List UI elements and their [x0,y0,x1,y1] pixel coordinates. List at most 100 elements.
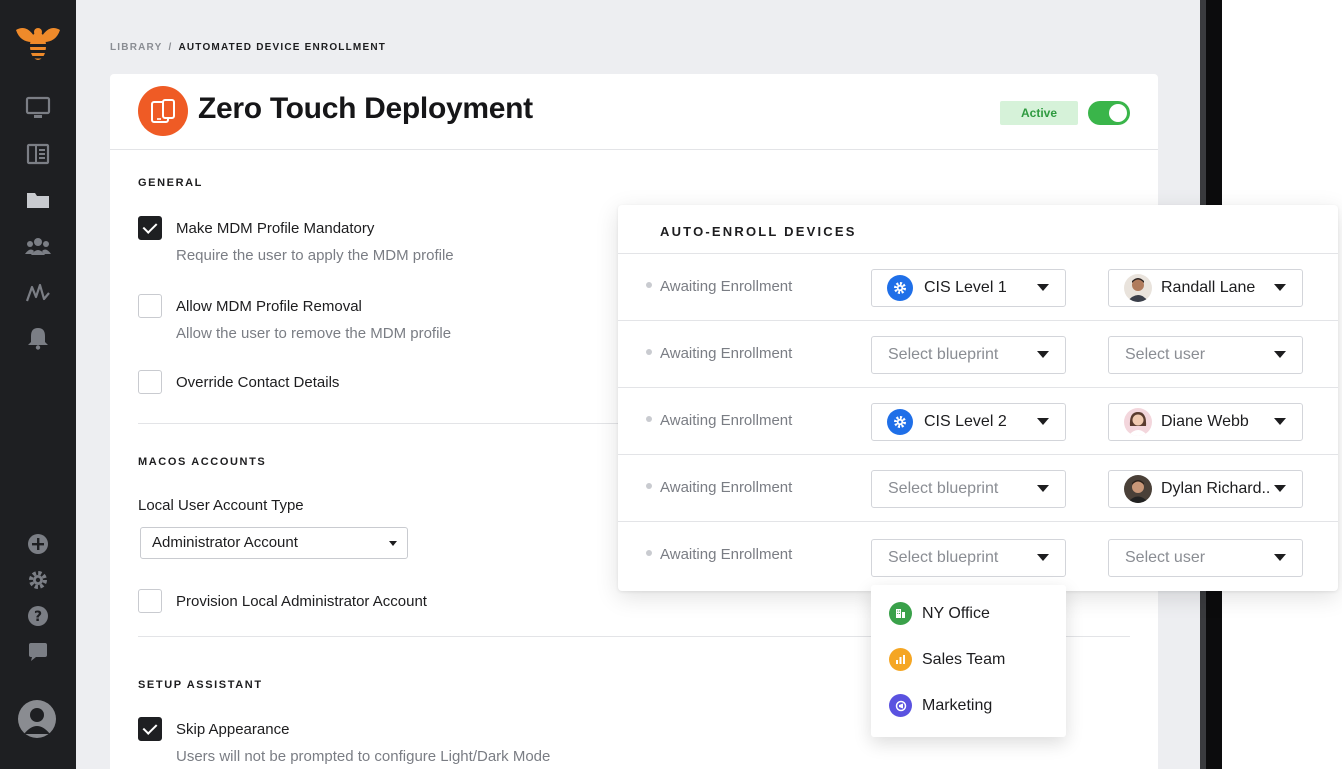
enrollment-status: Awaiting Enrollment [646,412,792,429]
breadcrumb-current: AUTOMATED DEVICE ENROLLMENT [178,42,387,53]
breadcrumb-separator: / [168,42,173,53]
chart-icon [889,648,912,671]
menu-item-label: Sales Team [922,651,1006,668]
chevron-down-icon [1037,554,1049,561]
table-row: Awaiting Enrollment Select blueprint Sel… [618,320,1338,387]
status-dot [646,483,652,490]
status-dot [646,282,652,289]
checkbox-mdm-removal[interactable] [138,294,162,318]
user-placeholder: Select user [1125,346,1206,363]
blueprint-placeholder: Select blueprint [888,480,999,497]
gear-icon [887,275,913,301]
checkbox-override-contact[interactable] [138,370,162,394]
chevron-down-icon [1274,485,1286,492]
svg-text:?: ? [34,609,42,625]
blueprint-select[interactable]: CIS Level 2 [871,403,1066,441]
bee-logo-icon[interactable] [12,22,64,66]
blueprint-placeholder: Select blueprint [888,549,999,566]
library-icon[interactable] [22,138,54,170]
blueprint-value: CIS Level 2 [924,413,1007,430]
section-title-setup-assistant: SETUP ASSISTANT [138,679,263,691]
building-icon [889,602,912,625]
chevron-down-icon [1037,418,1049,425]
chevron-down-icon [1037,351,1049,358]
option-label: Provision Local Administrator Account [176,593,427,610]
status-text: Awaiting Enrollment [660,278,793,295]
table-row: Awaiting Enrollment CIS Level 2 Diane We… [618,387,1338,454]
folder-icon[interactable] [22,184,54,216]
auto-enroll-panel: AUTO-ENROLL DEVICES Awaiting Enrollment … [618,205,1338,591]
card-header: Zero Touch Deployment Active [110,74,1158,150]
menu-item-label: NY Office [922,605,990,622]
help-icon[interactable]: ? [22,600,54,632]
blueprint-select[interactable]: CIS Level 1 [871,269,1066,307]
breadcrumb: LIBRARY / AUTOMATED DEVICE ENROLLMENT [110,42,386,53]
account-type-select[interactable]: Administrator Account [140,527,408,559]
user-value: Randall Lane [1161,279,1256,296]
status-dot [646,550,652,557]
status-dot [646,416,652,423]
user-value: Diane Webb [1161,413,1249,430]
page-title: Zero Touch Deployment [198,92,533,125]
status-text: Awaiting Enrollment [660,345,793,362]
option-label: Override Contact Details [176,374,340,391]
add-icon[interactable] [22,528,54,560]
blueprint-placeholder: Select blueprint [888,346,999,363]
chevron-down-icon [1274,554,1286,561]
menu-item-label: Marketing [922,697,993,714]
user-avatar [1124,274,1152,302]
device-enrollment-icon [138,86,188,136]
settings-icon[interactable] [22,564,54,596]
chevron-down-icon [1274,351,1286,358]
user-avatar [1124,475,1152,503]
option-description: Allow the user to remove the MDM profile [176,325,452,342]
option-description: Users will not be prompted to configure … [176,748,551,765]
table-row: Awaiting Enrollment Select blueprint Dyl… [618,454,1338,521]
user-value: Dylan Richard.. [1161,480,1271,497]
status-text: Awaiting Enrollment [660,412,793,429]
active-toggle[interactable] [1088,101,1130,125]
gear-icon [887,409,913,435]
chevron-down-icon [1037,485,1049,492]
computer-icon[interactable] [22,92,54,124]
table-row: Awaiting Enrollment CIS Level 1 Randall … [618,253,1338,320]
chevron-down-icon [1274,284,1286,291]
blueprint-select[interactable]: Select blueprint [871,539,1066,577]
enrollment-status: Awaiting Enrollment [646,546,792,563]
status-text: Awaiting Enrollment [660,479,793,496]
checkbox-provision-admin[interactable] [138,589,162,613]
section-title-general: GENERAL [138,177,203,189]
status-badge: Active [1000,101,1078,125]
enrollment-status: Awaiting Enrollment [646,278,792,295]
bell-icon[interactable] [22,322,54,354]
blueprint-select[interactable]: Select blueprint [871,470,1066,508]
chevron-down-icon [389,541,397,546]
account-type-value: Administrator Account [152,534,298,551]
option-label: Skip Appearance [176,721,290,738]
breadcrumb-root[interactable]: LIBRARY [110,42,162,53]
status-text: Awaiting Enrollment [660,546,793,563]
user-select[interactable]: Randall Lane [1108,269,1303,307]
activity-icon[interactable] [22,276,54,308]
checkbox-mdm-mandatory[interactable] [138,216,162,240]
chat-icon[interactable] [22,636,54,668]
user-avatar[interactable] [18,700,56,738]
option-label: Allow MDM Profile Removal [176,298,362,315]
blueprint-dropdown-menu: NY Office Sales Team Marketing [871,585,1066,737]
panel-title: AUTO-ENROLL DEVICES [660,224,857,239]
users-icon[interactable] [22,230,54,262]
user-select[interactable]: Diane Webb [1108,403,1303,441]
checkbox-skip-appearance[interactable] [138,717,162,741]
option-label: Make MDM Profile Mandatory [176,220,375,237]
enrollment-status: Awaiting Enrollment [646,345,792,362]
table-row: Awaiting Enrollment Select blueprint Sel… [618,521,1338,588]
user-select[interactable]: Select user [1108,539,1303,577]
blueprint-select[interactable]: Select blueprint [871,336,1066,374]
user-placeholder: Select user [1125,549,1206,566]
status-dot [646,349,652,356]
blueprint-value: CIS Level 1 [924,279,1007,296]
user-select[interactable]: Select user [1108,336,1303,374]
user-avatar [1124,408,1152,436]
user-select[interactable]: Dylan Richard.. [1108,470,1303,508]
chevron-down-icon [1274,418,1286,425]
